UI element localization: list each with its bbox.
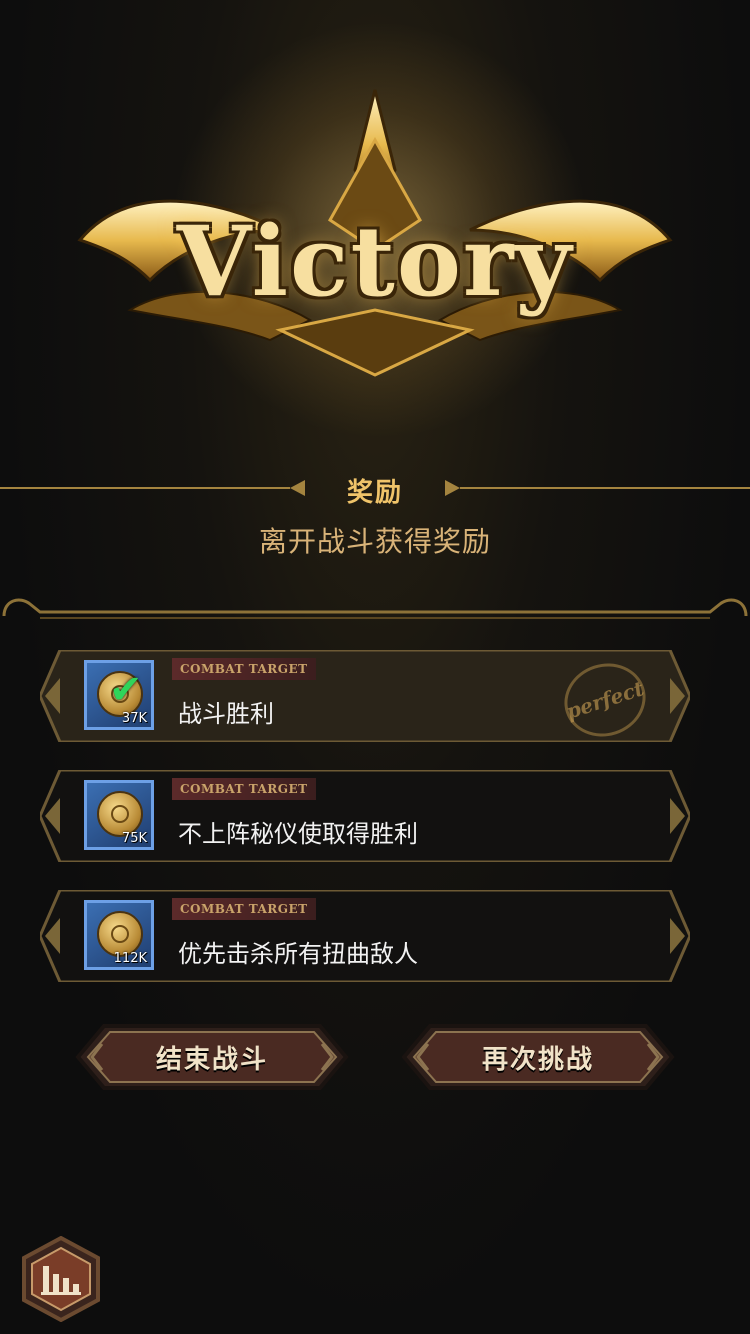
combat-target-tag: COMBAT TARGET [172,778,316,800]
end-battle-button[interactable]: 结束战斗 [74,1022,350,1092]
combat-target-tag: COMBAT TARGET [172,658,316,680]
target-text: 战斗胜利 [178,700,274,728]
combat-target-card: ✔ 37K COMBAT TARGET 战斗胜利 perfect [40,650,690,747]
target-text: 不上阵秘仪使取得胜利 [178,820,418,848]
reward-icon: 75K [84,780,154,850]
combat-target-tag: COMBAT TARGET [172,898,316,920]
target-text: 优先击杀所有扭曲敌人 [178,940,418,968]
reward-icon: ✔ 37K [84,660,154,730]
reward-subtitle: 离开战斗获得奖励 [258,525,491,558]
reward-count: 75K [121,831,147,846]
victory-logo: Victory [40,80,710,390]
end-battle-label: 结束战斗 [155,1044,268,1075]
combat-target-card: 75K COMBAT TARGET 不上阵秘仪使取得胜利 [40,770,690,862]
reward-count: 37K [121,711,147,726]
section-divider [0,590,750,624]
combat-target-card: 112K COMBAT TARGET 优先击杀所有扭曲敌人 [40,890,690,982]
bar-chart-icon [40,1262,82,1296]
reward-count: 112K [113,951,147,966]
reward-icon: 112K [84,900,154,970]
retry-button[interactable]: 再次挑战 [400,1022,676,1092]
checkmark-icon: ✔ [109,667,143,713]
victory-text: Victory [176,205,574,318]
reward-title: 奖励 [346,478,403,508]
retry-label: 再次挑战 [481,1044,594,1075]
stats-button[interactable] [18,1235,104,1323]
